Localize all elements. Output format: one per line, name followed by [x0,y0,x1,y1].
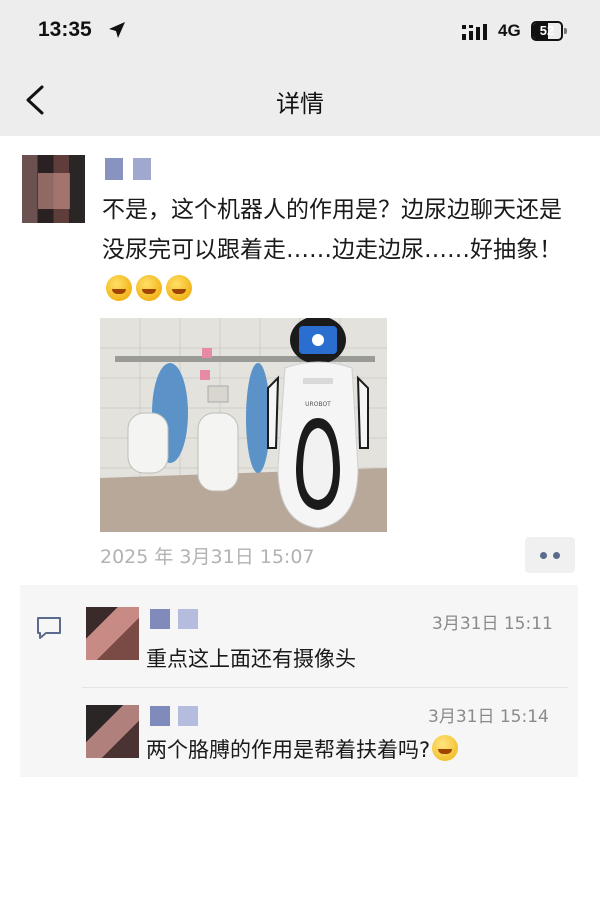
comment-author-name[interactable] [150,706,198,726]
comment-author-name[interactable] [150,609,198,629]
robot-restroom-image: UROBOT [100,318,387,532]
signal-icon [462,24,487,40]
page-title: 详情 [276,90,324,118]
post-text: 不是，这个机器人的作用是？边尿边聊天还是没尿完可以跟着走……边走边尿……好抽象！ [102,190,584,310]
comment-avatar[interactable] [86,607,139,660]
post-author-avatar[interactable] [22,155,85,223]
more-options-button[interactable] [525,537,575,573]
dot-icon [553,552,560,559]
post-photo[interactable]: UROBOT [100,318,387,532]
status-bar: 13:35 4G 52 [0,0,600,64]
laugh-cry-emoji-icon [166,275,192,301]
network-type: 4G [498,21,521,40]
comment-text-content: 两个胳膊的作用是帮着扶着吗? [146,738,431,762]
laugh-cry-emoji-icon [136,275,162,301]
comment-avatar[interactable] [86,705,139,758]
post-text-content: 不是，这个机器人的作用是？边尿边聊天还是没尿完可以跟着走……边走边尿……好抽象！ [102,197,562,263]
comment-text: 两个胳膊的作用是帮着扶着吗? [146,734,459,764]
battery-percent: 52 [539,23,555,38]
battery-icon: 52 [531,21,567,41]
post-author-name[interactable] [105,158,151,180]
comment-divider [82,687,568,688]
robot-brand-label: UROBOT [305,401,331,408]
location-arrow-icon [109,22,125,38]
dot-icon [540,552,547,559]
comment-timestamp: 3月31日 15:14 [428,707,549,727]
status-time: 13:35 [38,18,92,41]
laugh-cry-emoji-icon [106,275,132,301]
comment-icon [37,617,61,639]
comment-timestamp: 3月31日 15:11 [432,614,553,634]
nav-bar: 详情 [0,64,600,136]
comment-text: 重点这上面还有摄像头 [146,647,356,671]
post-timestamp: 2025 年 3月31日 15:07 [100,546,315,568]
pleading-face-emoji-icon [432,735,459,761]
